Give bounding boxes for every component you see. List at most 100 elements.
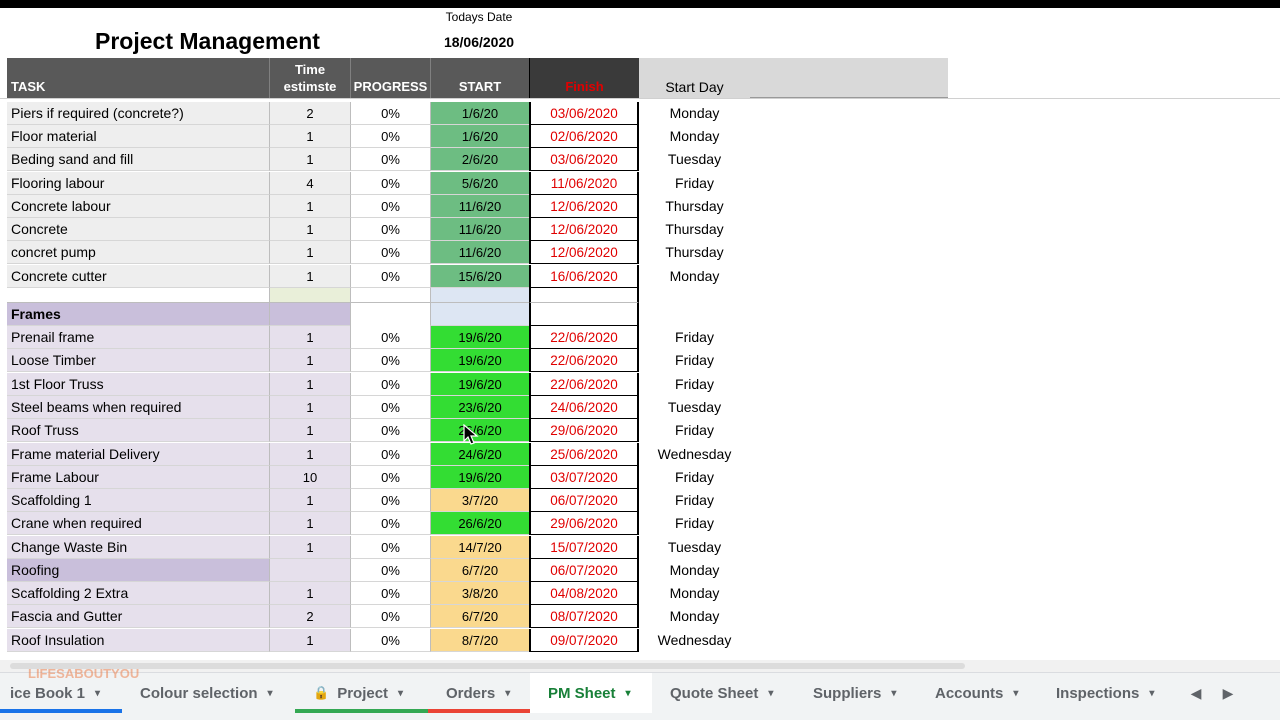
tabs-scroll-left-icon[interactable]: ◀ — [1184, 681, 1208, 705]
finish-date-cell[interactable]: 25/06/2020 — [529, 443, 639, 466]
start-date-cell[interactable]: 11/6/20 — [430, 241, 529, 264]
finish-date-cell[interactable]: 03/06/2020 — [529, 102, 639, 125]
start-date-cell[interactable]: 6/7/20 — [430, 605, 529, 628]
start-date-cell[interactable]: 15/6/20 — [430, 265, 529, 288]
task-row[interactable]: concret pump 1 0% 11/6/20 12/06/2020 Thursday — [0, 241, 960, 264]
task-row[interactable]: Roof Insulation 1 0% 8/7/20 09/07/2020 Wednes… — [0, 629, 960, 652]
start-day-cell[interactable]: Thursday — [639, 218, 750, 241]
task-cell[interactable]: Scaffolding 1 — [7, 489, 269, 512]
start-date-cell[interactable]: 19/6/20 — [430, 349, 529, 372]
start-date-cell[interactable]: 19/6/20 — [430, 373, 529, 396]
time-estimate-cell[interactable]: 1 — [269, 419, 350, 442]
finish-date-cell[interactable]: 12/06/2020 — [529, 195, 639, 218]
start-day-cell[interactable]: Monday — [639, 265, 750, 288]
task-row[interactable]: Prenail frame 1 0% 19/6/20 22/06/2020 Friday — [0, 326, 960, 349]
progress-cell[interactable]: 0% — [350, 373, 430, 396]
task-row[interactable]: Piers if required (concrete?) 2 0% 1/6/20 03… — [0, 102, 960, 125]
time-estimate-cell[interactable]: 1 — [269, 349, 350, 372]
chevron-down-icon[interactable]: ▾ — [1013, 688, 1018, 699]
finish-date-cell[interactable]: 08/07/2020 — [529, 605, 639, 628]
task-cell[interactable]: Roofing — [7, 559, 269, 582]
time-estimate-cell[interactable]: 1 — [269, 265, 350, 288]
header-progress[interactable]: PROGRESS — [350, 58, 430, 98]
start-day-cell[interactable]: Monday — [639, 605, 750, 628]
finish-date-cell[interactable]: 12/06/2020 — [529, 218, 639, 241]
sheet-grid[interactable]: Piers if required (concrete?) 2 0% 1/6/20 03… — [0, 102, 1280, 660]
start-day-cell[interactable]: Friday — [639, 373, 750, 396]
start-day-cell[interactable]: Wednesday — [639, 443, 750, 466]
finish-date-cell[interactable]: 06/07/2020 — [529, 489, 639, 512]
start-day-cell[interactable] — [639, 288, 750, 303]
start-day-cell[interactable]: Monday — [639, 125, 750, 148]
start-day-cell[interactable]: Tuesday — [639, 148, 750, 171]
header-start-day[interactable]: Start Day — [639, 58, 750, 98]
task-row[interactable]: Concrete labour 1 0% 11/6/20 12/06/2020 Thurs… — [0, 195, 960, 218]
task-cell[interactable]: Crane when required — [7, 512, 269, 535]
task-cell[interactable]: concret pump — [7, 241, 269, 264]
start-date-cell[interactable]: 19/6/20 — [430, 466, 529, 489]
finish-date-cell[interactable]: 11/06/2020 — [529, 172, 639, 195]
tab-project[interactable]: 🔒 Project ▾ — [295, 673, 428, 713]
time-estimate-cell[interactable]: 4 — [269, 172, 350, 195]
task-row[interactable]: Concrete 1 0% 11/6/20 12/06/2020 Thursday — [0, 218, 960, 241]
time-estimate-cell[interactable]: 1 — [269, 326, 350, 349]
start-date-cell[interactable]: 1/6/20 — [430, 102, 529, 125]
time-estimate-cell[interactable]: 1 — [269, 396, 350, 419]
task-cell[interactable]: Beding sand and fill — [7, 148, 269, 171]
time-estimate-cell[interactable] — [269, 303, 350, 326]
task-cell[interactable]: 1st Floor Truss — [7, 373, 269, 396]
task-row[interactable]: Scaffolding 1 1 0% 3/7/20 06/07/2020 Friday — [0, 489, 960, 512]
tab-accounts[interactable]: Accounts ▾ — [917, 673, 1038, 713]
progress-cell[interactable]: 0% — [350, 148, 430, 171]
time-estimate-cell[interactable]: 10 — [269, 466, 350, 489]
start-day-cell[interactable]: Friday — [639, 489, 750, 512]
task-row[interactable]: 1st Floor Truss 1 0% 19/6/20 22/06/2020 Frida… — [0, 373, 960, 396]
time-estimate-cell[interactable]: 1 — [269, 582, 350, 605]
start-day-cell[interactable]: Tuesday — [639, 396, 750, 419]
finish-date-cell[interactable]: 24/06/2020 — [529, 396, 639, 419]
time-estimate-cell[interactable]: 1 — [269, 195, 350, 218]
todays-date-value[interactable]: 18/06/2020 — [430, 34, 528, 50]
task-row[interactable]: Floor material 1 0% 1/6/20 02/06/2020 Monday — [0, 125, 960, 148]
progress-cell[interactable]: 0% — [350, 396, 430, 419]
task-cell[interactable]: Loose Timber — [7, 349, 269, 372]
chevron-down-icon[interactable]: ▾ — [1149, 688, 1154, 699]
finish-date-cell[interactable]: 06/07/2020 — [529, 559, 639, 582]
progress-cell[interactable]: 0% — [350, 489, 430, 512]
time-estimate-cell[interactable]: 1 — [269, 218, 350, 241]
progress-cell[interactable] — [350, 288, 430, 303]
finish-date-cell[interactable]: 16/06/2020 — [529, 265, 639, 288]
tab-quote-sheet[interactable]: Quote Sheet ▾ — [652, 673, 795, 713]
start-day-cell[interactable]: Monday — [639, 102, 750, 125]
finish-date-cell[interactable]: 04/08/2020 — [529, 582, 639, 605]
start-date-cell[interactable]: 3/7/20 — [430, 489, 529, 512]
task-cell[interactable]: Piers if required (concrete?) — [7, 102, 269, 125]
task-cell[interactable]: Prenail frame — [7, 326, 269, 349]
task-cell[interactable]: Flooring labour — [7, 172, 269, 195]
finish-date-cell[interactable]: 03/07/2020 — [529, 466, 639, 489]
start-date-cell[interactable]: 19/6/20 — [430, 326, 529, 349]
header-start[interactable]: START — [430, 58, 529, 98]
finish-date-cell[interactable]: 22/06/2020 — [529, 373, 639, 396]
finish-date-cell[interactable]: 03/06/2020 — [529, 148, 639, 171]
progress-cell[interactable]: 0% — [350, 536, 430, 559]
task-row[interactable]: Roofing 0% 6/7/20 06/07/2020 Monday — [0, 559, 960, 582]
start-date-cell[interactable]: 8/7/20 — [430, 629, 529, 652]
task-cell[interactable]: Scaffolding 2 Extra — [7, 582, 269, 605]
task-row[interactable]: Fascia and Gutter 2 0% 6/7/20 08/07/2020 Mond… — [0, 605, 960, 628]
task-row[interactable]: Crane when required 1 0% 26/6/20 29/06/2020 F… — [0, 512, 960, 535]
task-row[interactable]: Roof Truss 1 0% 26/6/20 29/06/2020 Friday — [0, 419, 960, 442]
task-row[interactable]: Loose Timber 1 0% 19/6/20 22/06/2020 Friday — [0, 349, 960, 372]
progress-cell[interactable]: 0% — [350, 419, 430, 442]
task-cell[interactable]: Frame Labour — [7, 466, 269, 489]
progress-cell[interactable] — [350, 303, 430, 326]
progress-cell[interactable]: 0% — [350, 349, 430, 372]
header-empty-cells[interactable] — [750, 58, 948, 98]
progress-cell[interactable]: 0% — [350, 326, 430, 349]
header-task[interactable]: TASK — [7, 58, 269, 98]
finish-date-cell[interactable]: 02/06/2020 — [529, 125, 639, 148]
time-estimate-cell[interactable] — [269, 288, 350, 303]
time-estimate-cell[interactable]: 1 — [269, 241, 350, 264]
start-date-cell[interactable]: 26/6/20 — [430, 419, 529, 442]
progress-cell[interactable]: 0% — [350, 172, 430, 195]
